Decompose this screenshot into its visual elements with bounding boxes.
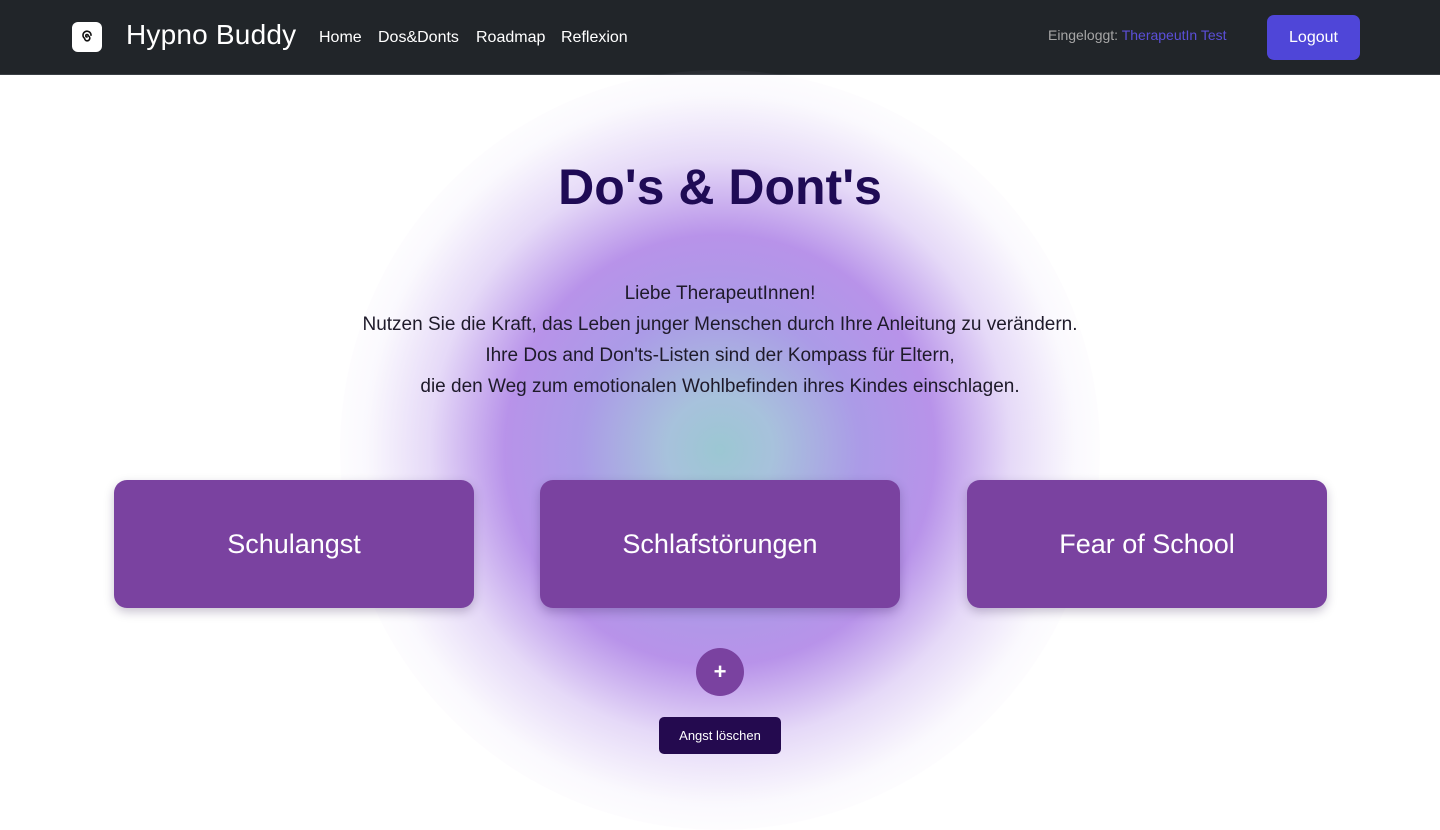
- nav-home[interactable]: Home: [319, 28, 362, 48]
- nav-reflexion[interactable]: Reflexion: [561, 28, 628, 48]
- logout-button[interactable]: Logout: [1267, 15, 1360, 60]
- intro-line: Ihre Dos and Don'ts-Listen sind der Komp…: [485, 345, 955, 366]
- intro-line: Liebe TherapeutInnen!: [624, 283, 816, 304]
- card-schulangst[interactable]: Schulangst: [114, 480, 474, 608]
- delete-fear-button[interactable]: Angst löschen: [659, 717, 781, 754]
- intro-line: Nutzen Sie die Kraft, das Leben junger M…: [362, 314, 1078, 335]
- nav-roadmap[interactable]: Roadmap: [476, 28, 545, 48]
- add-button[interactable]: +: [696, 648, 744, 696]
- login-label: Eingeloggt:: [1048, 27, 1119, 43]
- login-status: Eingeloggt: TherapeutIn Test: [1048, 26, 1227, 44]
- navbar: Hypno Buddy Home Dos&Donts Roadmap Refle…: [0, 0, 1440, 75]
- card-schlafstoerungen[interactable]: Schlafstörungen: [540, 480, 900, 608]
- card-fear-of-school[interactable]: Fear of School: [967, 480, 1327, 608]
- spiral-icon[interactable]: [72, 22, 102, 52]
- intro-text: Liebe TherapeutInnen! Nutzen Sie die Kra…: [0, 278, 1440, 402]
- logged-in-user: TherapeutIn Test: [1121, 27, 1227, 43]
- intro-line: die den Weg zum emotionalen Wohlbefinden…: [420, 376, 1020, 397]
- brand-name[interactable]: Hypno Buddy: [126, 18, 296, 52]
- page-title: Do's & Dont's: [558, 159, 882, 215]
- nav-dos-donts[interactable]: Dos&Donts: [378, 28, 459, 48]
